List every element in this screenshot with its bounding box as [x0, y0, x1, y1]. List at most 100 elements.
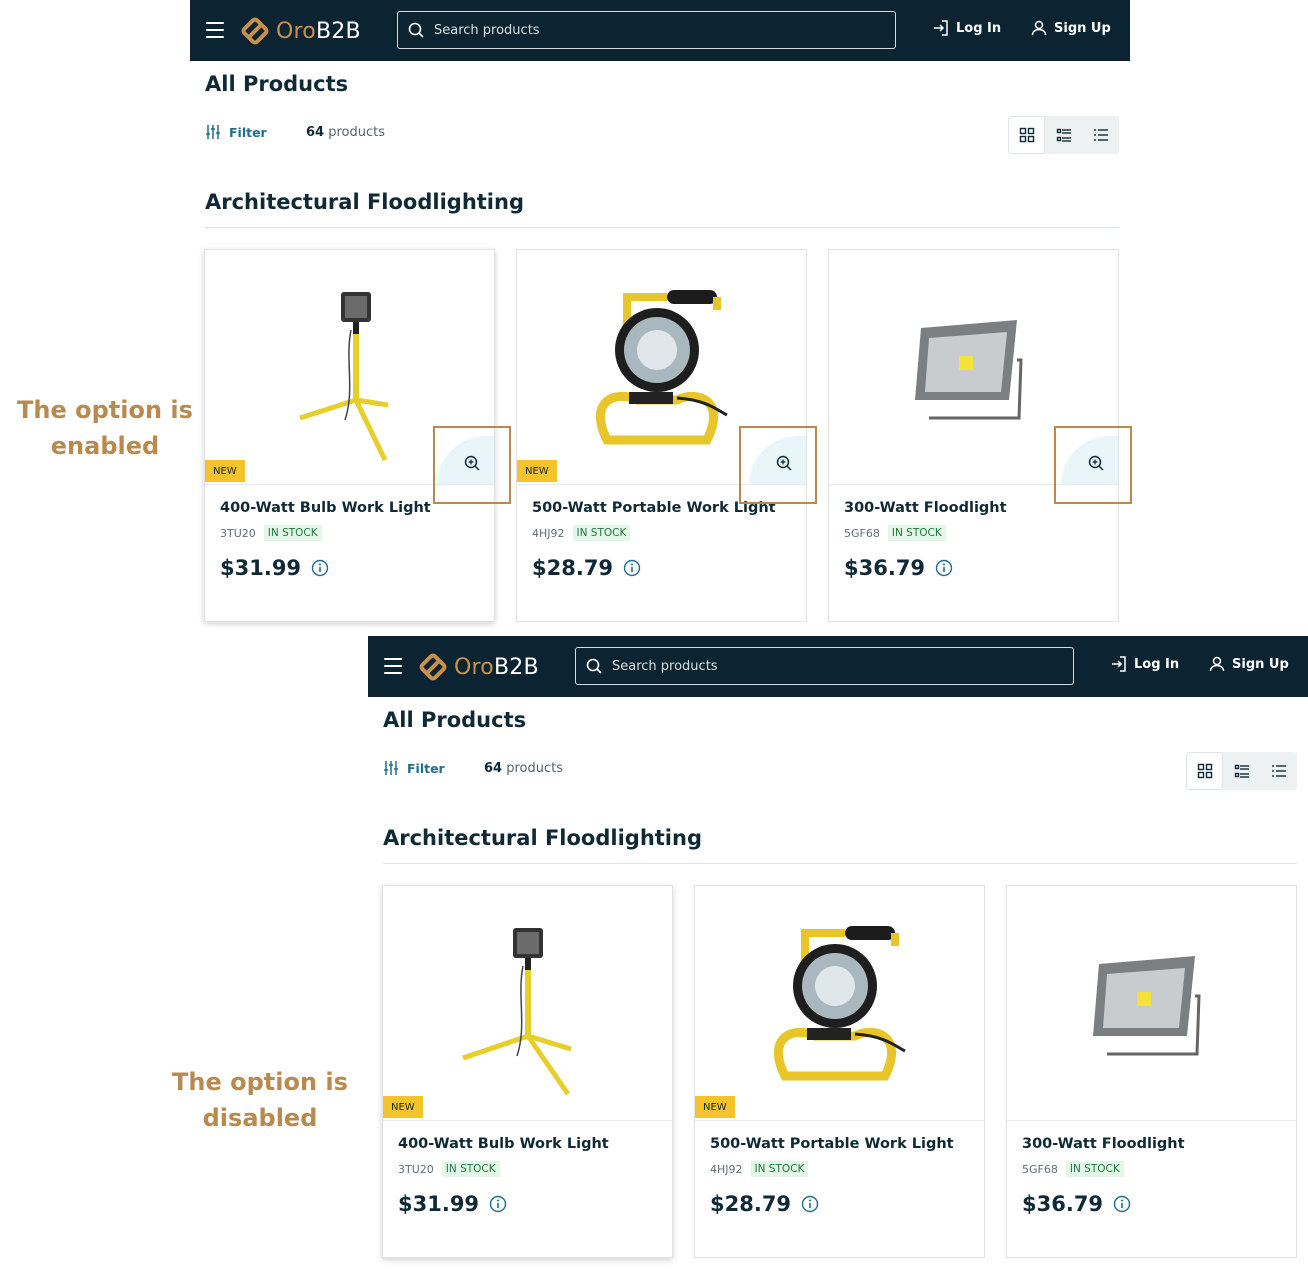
- list-view-icon: [1234, 764, 1249, 778]
- price-row: $36.79: [1022, 1192, 1131, 1216]
- info-icon[interactable]: [489, 1195, 507, 1213]
- price-row: $31.99: [220, 556, 329, 580]
- logo-text: OroB2B: [454, 654, 539, 680]
- hamburger-menu-icon[interactable]: [206, 22, 224, 38]
- stock-badge: IN STOCK: [750, 1161, 809, 1177]
- logo-text: OroB2B: [276, 18, 361, 44]
- sku-row: 4HJ92 IN STOCK: [532, 525, 631, 541]
- product-name[interactable]: 300-Watt Floodlight: [1022, 1136, 1185, 1152]
- info-icon[interactable]: [623, 559, 641, 577]
- new-badge: NEW: [517, 460, 557, 482]
- list-view-button[interactable]: [1045, 116, 1082, 154]
- sku-row: 5GF68 IN STOCK: [1022, 1161, 1124, 1177]
- price-row: $36.79: [844, 556, 953, 580]
- grid-view-button[interactable]: [1186, 752, 1223, 790]
- annotation-enabled: The option is enabled: [17, 396, 193, 460]
- stock-badge: IN STOCK: [572, 525, 631, 541]
- login-button[interactable]: Log In: [1110, 655, 1179, 673]
- product-card[interactable]: NEW 500-Watt Portable Work Light 4HJ92 IN…: [694, 885, 985, 1258]
- stock-badge: IN STOCK: [441, 1161, 500, 1177]
- product-price: $36.79: [1022, 1192, 1104, 1216]
- product-count: 64 products: [484, 761, 564, 776]
- product-image[interactable]: NEW: [695, 886, 984, 1121]
- signup-button[interactable]: Sign Up: [1030, 19, 1111, 37]
- compact-list-view-button[interactable]: [1082, 116, 1119, 154]
- signup-label: Sign Up: [1232, 656, 1289, 672]
- grid-view-icon: [1197, 763, 1212, 779]
- price-row: $28.79: [532, 556, 641, 580]
- site-header: OroB2B Search products Log In Sign Up: [368, 636, 1308, 697]
- view-mode-switcher: [1008, 116, 1119, 154]
- portable-work-light-image: [774, 926, 906, 1081]
- quick-view-highlight-box: [1054, 426, 1132, 504]
- sku-row: 4HJ92 IN STOCK: [710, 1161, 809, 1177]
- price-row: $28.79: [710, 1192, 819, 1216]
- category-title: Architectural Floodlighting: [383, 826, 702, 850]
- login-icon: [934, 20, 948, 36]
- product-sku: 4HJ92: [710, 1162, 743, 1176]
- user-icon: [1209, 656, 1225, 672]
- product-image[interactable]: NEW: [383, 886, 672, 1121]
- category-title: Architectural Floodlighting: [205, 190, 524, 214]
- search-input[interactable]: Search products: [575, 647, 1074, 685]
- category-divider: [205, 227, 1119, 228]
- view-mode-switcher: [1186, 752, 1297, 790]
- panel-quick-view-disabled: OroB2B Search products Log In Sign Up Al…: [368, 636, 1308, 1261]
- floodlight-image: [1093, 956, 1201, 1056]
- stock-badge: IN STOCK: [887, 525, 946, 541]
- info-icon[interactable]: [801, 1195, 819, 1213]
- category-divider: [383, 863, 1297, 864]
- new-badge: NEW: [205, 460, 245, 482]
- login-button[interactable]: Log In: [932, 19, 1001, 37]
- hamburger-menu-icon[interactable]: [384, 658, 402, 674]
- product-name[interactable]: 400-Watt Bulb Work Light: [220, 500, 431, 516]
- logo[interactable]: OroB2B: [240, 15, 361, 47]
- quick-view-highlight-box: [433, 426, 511, 504]
- grid-view-icon: [1019, 127, 1034, 143]
- search-icon: [586, 658, 602, 674]
- user-icon: [1031, 20, 1047, 36]
- product-count: 64 products: [306, 125, 386, 140]
- product-sku: 3TU20: [398, 1162, 434, 1176]
- compact-list-view-button[interactable]: [1260, 752, 1297, 790]
- product-price: $31.99: [220, 556, 302, 580]
- search-placeholder: Search products: [434, 22, 540, 38]
- filter-button[interactable]: Filter: [205, 124, 267, 140]
- product-sku: 4HJ92: [532, 526, 565, 540]
- login-icon: [1112, 656, 1126, 672]
- compact-list-icon: [1093, 129, 1108, 141]
- product-card[interactable]: 300-Watt Floodlight 5GF68 IN STOCK $36.79: [1006, 885, 1297, 1258]
- sku-row: 3TU20 IN STOCK: [220, 525, 322, 541]
- site-header: OroB2B Search products Log In Sign Up: [190, 0, 1130, 61]
- logo-mark-icon: [419, 653, 447, 681]
- filter-button[interactable]: Filter: [383, 760, 445, 776]
- product-sku: 5GF68: [1022, 1162, 1058, 1176]
- list-view-button[interactable]: [1223, 752, 1260, 790]
- filter-label: Filter: [229, 124, 267, 140]
- signup-button[interactable]: Sign Up: [1208, 655, 1289, 673]
- product-name[interactable]: 500-Watt Portable Work Light: [710, 1136, 954, 1152]
- info-icon[interactable]: [311, 559, 329, 577]
- page-title: All Products: [383, 708, 527, 732]
- product-card[interactable]: NEW 400-Watt Bulb Work Light 3TU20 IN STO…: [382, 885, 673, 1258]
- login-label: Log In: [956, 20, 1002, 36]
- grid-view-button[interactable]: [1008, 116, 1045, 154]
- tripod-work-light-image: [462, 928, 572, 1096]
- compact-list-icon: [1271, 765, 1286, 777]
- stock-badge: IN STOCK: [1065, 1161, 1124, 1177]
- info-icon[interactable]: [935, 559, 953, 577]
- product-price: $31.99: [398, 1192, 480, 1216]
- new-badge: NEW: [695, 1096, 735, 1118]
- stock-badge: IN STOCK: [263, 525, 322, 541]
- product-price: $28.79: [710, 1192, 792, 1216]
- product-sku: 5GF68: [844, 526, 880, 540]
- product-name[interactable]: 300-Watt Floodlight: [844, 500, 1007, 516]
- new-badge: NEW: [383, 1096, 423, 1118]
- product-image[interactable]: [1007, 886, 1296, 1121]
- product-price: $36.79: [844, 556, 926, 580]
- logo[interactable]: OroB2B: [418, 651, 539, 683]
- product-name[interactable]: 400-Watt Bulb Work Light: [398, 1136, 609, 1152]
- search-input[interactable]: Search products: [397, 11, 896, 49]
- sku-row: 3TU20 IN STOCK: [398, 1161, 500, 1177]
- info-icon[interactable]: [1113, 1195, 1131, 1213]
